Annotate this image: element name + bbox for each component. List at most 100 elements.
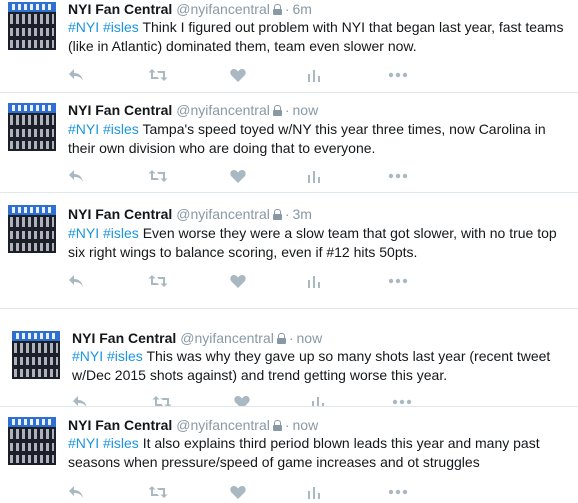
hashtag[interactable]: #NYI: [72, 348, 103, 364]
lock-icon: [272, 4, 282, 15]
user-handle[interactable]: @nyifancentral: [176, 206, 270, 222]
tweet-actions: [68, 167, 468, 185]
heart-icon: [230, 274, 246, 288]
reply-button[interactable]: [68, 272, 84, 290]
timestamp[interactable]: now: [293, 102, 319, 118]
reply-button[interactable]: [68, 66, 84, 84]
reply-button[interactable]: [68, 483, 84, 501]
hashtag[interactable]: #isles: [103, 19, 139, 35]
analytics-button[interactable]: [308, 483, 320, 501]
retweet-button[interactable]: [148, 66, 168, 84]
retweet-icon: [148, 170, 168, 182]
user-handle[interactable]: @nyifancentral: [176, 1, 270, 17]
analytics-button[interactable]: [308, 66, 320, 84]
retweet-icon: [148, 486, 168, 498]
tweet[interactable]: NYI Fan Central @nyifancentral · now #NYI #…: [0, 93, 578, 192]
lock-icon: [272, 105, 282, 116]
reply-icon: [69, 486, 83, 498]
reply-icon: [69, 275, 83, 287]
user-handle[interactable]: @nyifancentral: [176, 102, 270, 118]
avatar[interactable]: [8, 417, 56, 465]
tweet-text: #NYI #isles Tampa's speed toyed w/NY thi…: [68, 120, 568, 158]
separator-dot: ·: [284, 1, 290, 17]
timestamp[interactable]: 6m: [293, 1, 312, 17]
user-handle[interactable]: @nyifancentral: [180, 330, 274, 346]
retweet-button[interactable]: [148, 483, 168, 501]
more-icon: [388, 278, 408, 284]
tweet-text: #NYI #isles It also explains third perio…: [68, 434, 568, 472]
tweet-text: #NYI #isles This was why they gave up so…: [72, 347, 562, 385]
reply-icon: [69, 69, 83, 81]
analytics-icon: [308, 276, 320, 288]
user-name[interactable]: NYI Fan Central: [72, 330, 176, 346]
user-name[interactable]: NYI Fan Central: [68, 1, 172, 17]
retweet-icon: [148, 69, 168, 81]
avatar[interactable]: [8, 205, 56, 253]
analytics-icon: [308, 487, 320, 499]
hashtag[interactable]: #isles: [103, 435, 139, 451]
more-icon: [388, 173, 408, 179]
timestamp[interactable]: 3m: [293, 206, 312, 222]
avatar[interactable]: [12, 331, 60, 379]
reply-icon: [69, 170, 83, 182]
tweet[interactable]: NYI Fan Central @nyifancentral · 6m #NYI #i…: [0, 0, 578, 92]
user-name[interactable]: NYI Fan Central: [68, 417, 172, 433]
tweet-body: This was why they gave up so many shots …: [72, 348, 551, 383]
lock-icon: [272, 420, 282, 431]
tweet-body: Even worse they were a slow team that go…: [68, 225, 557, 260]
tweet-actions: [68, 272, 468, 290]
tweet-text: #NYI #isles Think I figured out problem …: [68, 18, 568, 56]
user-name[interactable]: NYI Fan Central: [68, 102, 172, 118]
retweet-button[interactable]: [148, 167, 168, 185]
more-button[interactable]: [388, 167, 408, 185]
separator-dot: ·: [288, 330, 294, 346]
more-button[interactable]: [388, 272, 408, 290]
hashtag[interactable]: #NYI: [68, 121, 99, 137]
hashtag[interactable]: #NYI: [68, 435, 99, 451]
analytics-button[interactable]: [308, 272, 320, 290]
heart-icon: [230, 485, 246, 499]
tweet[interactable]: NYI Fan Central @nyifancentral · now #NYI #…: [0, 407, 578, 503]
tweet-actions: [68, 483, 468, 501]
like-button[interactable]: [230, 272, 246, 290]
hashtag[interactable]: #NYI: [68, 19, 99, 35]
tweet-actions: [68, 66, 468, 84]
separator-dot: ·: [284, 102, 290, 118]
tweet[interactable]: NYI Fan Central @nyifancentral · 3m #NYI #i…: [0, 193, 578, 288]
hashtag[interactable]: #isles: [103, 121, 139, 137]
retweet-icon: [148, 275, 168, 287]
analytics-icon: [308, 70, 320, 82]
user-handle[interactable]: @nyifancentral: [176, 417, 270, 433]
more-icon: [388, 72, 408, 78]
tweet-body: It also explains third period blown lead…: [68, 435, 540, 470]
heart-icon: [230, 68, 246, 82]
like-button[interactable]: [230, 483, 246, 501]
separator-dot: ·: [284, 206, 290, 222]
more-icon: [388, 489, 408, 495]
timestamp[interactable]: now: [297, 330, 323, 346]
tweet-text: #NYI #isles Even worse they were a slow …: [68, 224, 568, 262]
hashtag[interactable]: #NYI: [68, 225, 99, 241]
tweet-body: Tampa's speed toyed w/NY this year three…: [68, 121, 546, 156]
tweet[interactable]: NYI Fan Central @nyifancentral · now #NYI #…: [0, 309, 578, 409]
analytics-button[interactable]: [308, 167, 320, 185]
more-button[interactable]: [388, 66, 408, 84]
timestamp[interactable]: now: [293, 417, 319, 433]
hashtag[interactable]: #isles: [107, 348, 143, 364]
analytics-icon: [308, 171, 320, 183]
reply-button[interactable]: [68, 167, 84, 185]
tweet-body: Think I figured out problem with NYI tha…: [68, 19, 564, 54]
separator-dot: ·: [284, 417, 290, 433]
like-button[interactable]: [230, 167, 246, 185]
more-icon: [392, 399, 412, 405]
avatar[interactable]: [8, 103, 56, 151]
lock-icon: [276, 333, 286, 344]
like-button[interactable]: [230, 66, 246, 84]
hashtag[interactable]: #isles: [103, 225, 139, 241]
heart-icon: [230, 169, 246, 183]
more-button[interactable]: [388, 483, 408, 501]
avatar[interactable]: [8, 2, 56, 50]
lock-icon: [272, 209, 282, 220]
user-name[interactable]: NYI Fan Central: [68, 206, 172, 222]
retweet-button[interactable]: [148, 272, 168, 290]
